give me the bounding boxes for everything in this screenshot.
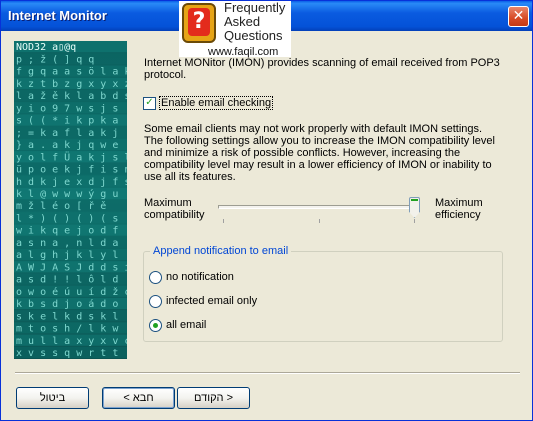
- side-panel-row: m t o s h / l k w: [16, 324, 119, 335]
- side-panel-row: y o l f Ü a k j s l: [16, 150, 127, 163]
- side-panel-row: w i k q e j o d f: [16, 226, 118, 237]
- side-panel-row: k l @ w w w ý g u: [16, 188, 118, 200]
- side-panel-row: m u l l a x y x v c: [16, 336, 127, 347]
- side-panel-row: ü p o e k j f i s n: [16, 165, 127, 176]
- back-button[interactable]: < חבא: [102, 387, 175, 409]
- side-panel-row: y i o 9 7 w s j s: [16, 103, 118, 114]
- side-panel-row: s k e l k d s k l: [16, 311, 118, 322]
- side-panel-row: s ( ( * i k p k a: [16, 116, 118, 127]
- faq-line-1: Frequently: [224, 0, 286, 15]
- compatibility-slider-track[interactable]: [218, 205, 418, 209]
- side-panel-row: a s n a , n l d a: [16, 238, 118, 249]
- internet-monitor-window: Internet Monitor ✕ ? Frequently Asked Qu…: [0, 0, 533, 421]
- enable-email-checking-checkbox[interactable]: ✓: [143, 96, 156, 110]
- slider-left-label-line: Maximum compatibility: [144, 197, 205, 221]
- slider-right-label: Maximum efficiency: [435, 197, 483, 221]
- side-panel-row: o w o é ú u í d ž c: [16, 286, 127, 298]
- radio-infected-email-only-circle[interactable]: [149, 294, 162, 308]
- side-panel-row: f g q a a s ö l a k: [16, 67, 127, 78]
- side-panel-row: ; = k a f l a k j: [16, 128, 118, 139]
- faq-watermark-logo: ? Frequently Asked Questions www.faqil.c…: [179, 1, 291, 58]
- side-panel-row: A W J A S J d d s í: [16, 261, 127, 273]
- radio-no-notification-circle[interactable]: [149, 270, 162, 284]
- question-mark-glyph: ?: [188, 8, 210, 36]
- radio-all-email-label[interactable]: all email: [166, 319, 206, 331]
- slider-tick: [319, 219, 320, 223]
- footer-divider: [15, 372, 520, 374]
- slider-right-label-line: Maximum efficiency: [435, 197, 483, 221]
- side-panel-row: k b s d j o á d o: [16, 298, 118, 310]
- enable-email-checking-label[interactable]: Enable email checking: [159, 96, 274, 110]
- side-panel-row: } a . a k j q w e: [16, 140, 118, 151]
- side-panel-row: k z t b z g x y x z: [16, 79, 127, 90]
- side-panel-row: p ; ž ( ] q q: [16, 53, 94, 65]
- compatibility-warning-text: Some email clients may not work properly…: [144, 123, 495, 183]
- intro-text: Internet MONitor (IMON) provides scannin…: [144, 57, 500, 81]
- faq-line-2: Asked: [224, 14, 261, 29]
- append-notification-title: Append notification to email: [150, 245, 292, 257]
- radio-infected-email-only-label[interactable]: infected email only: [166, 295, 257, 307]
- nod32-side-panel: NOD32 a▯@q p ; ž ( ] q q f g q a a s ö l a…: [14, 41, 127, 359]
- side-panel-row: l a ž ě k l a b d s: [16, 90, 127, 102]
- side-panel-row: l * ) ( ) ( ) ( s: [16, 213, 118, 224]
- window-title: Internet Monitor: [8, 8, 107, 23]
- cancel-button[interactable]: ביטול: [16, 387, 89, 409]
- radio-all-email[interactable]: all email: [149, 318, 206, 332]
- side-panel-row: x v s s q w r t t: [16, 348, 118, 359]
- side-panel-row: a l g h j k l y l: [16, 250, 118, 261]
- enable-email-checking-row[interactable]: ✓ Enable email checking: [143, 96, 274, 110]
- slider-tick: [414, 219, 415, 223]
- faq-line-3: Questions: [224, 28, 283, 43]
- question-mark-icon: ?: [182, 3, 216, 43]
- next-button[interactable]: הקודם >: [177, 387, 250, 409]
- faq-words: Frequently Asked Questions: [224, 1, 285, 43]
- radio-infected-email-only[interactable]: infected email only: [149, 294, 257, 308]
- nod32-character-grid: NOD32 a▯@qp ; ž ( ] q q f g q a a s ö l a…: [14, 41, 127, 359]
- radio-no-notification-label[interactable]: no notification: [166, 271, 234, 283]
- slider-tick: [223, 219, 224, 223]
- slider-left-label: Maximum compatibility: [144, 197, 205, 221]
- side-panel-row: a s d ! ! l ô l d: [16, 274, 118, 286]
- radio-all-email-circle[interactable]: [149, 318, 162, 332]
- side-panel-row: m ž l é o [ ř ě: [16, 200, 106, 212]
- compatibility-slider-thumb[interactable]: [409, 197, 420, 218]
- close-button[interactable]: ✕: [508, 6, 529, 27]
- radio-no-notification[interactable]: no notification: [149, 270, 234, 284]
- side-panel-row: h d k j e x d j f s: [16, 177, 127, 188]
- side-panel-row: NOD32 a▯@q: [16, 42, 76, 53]
